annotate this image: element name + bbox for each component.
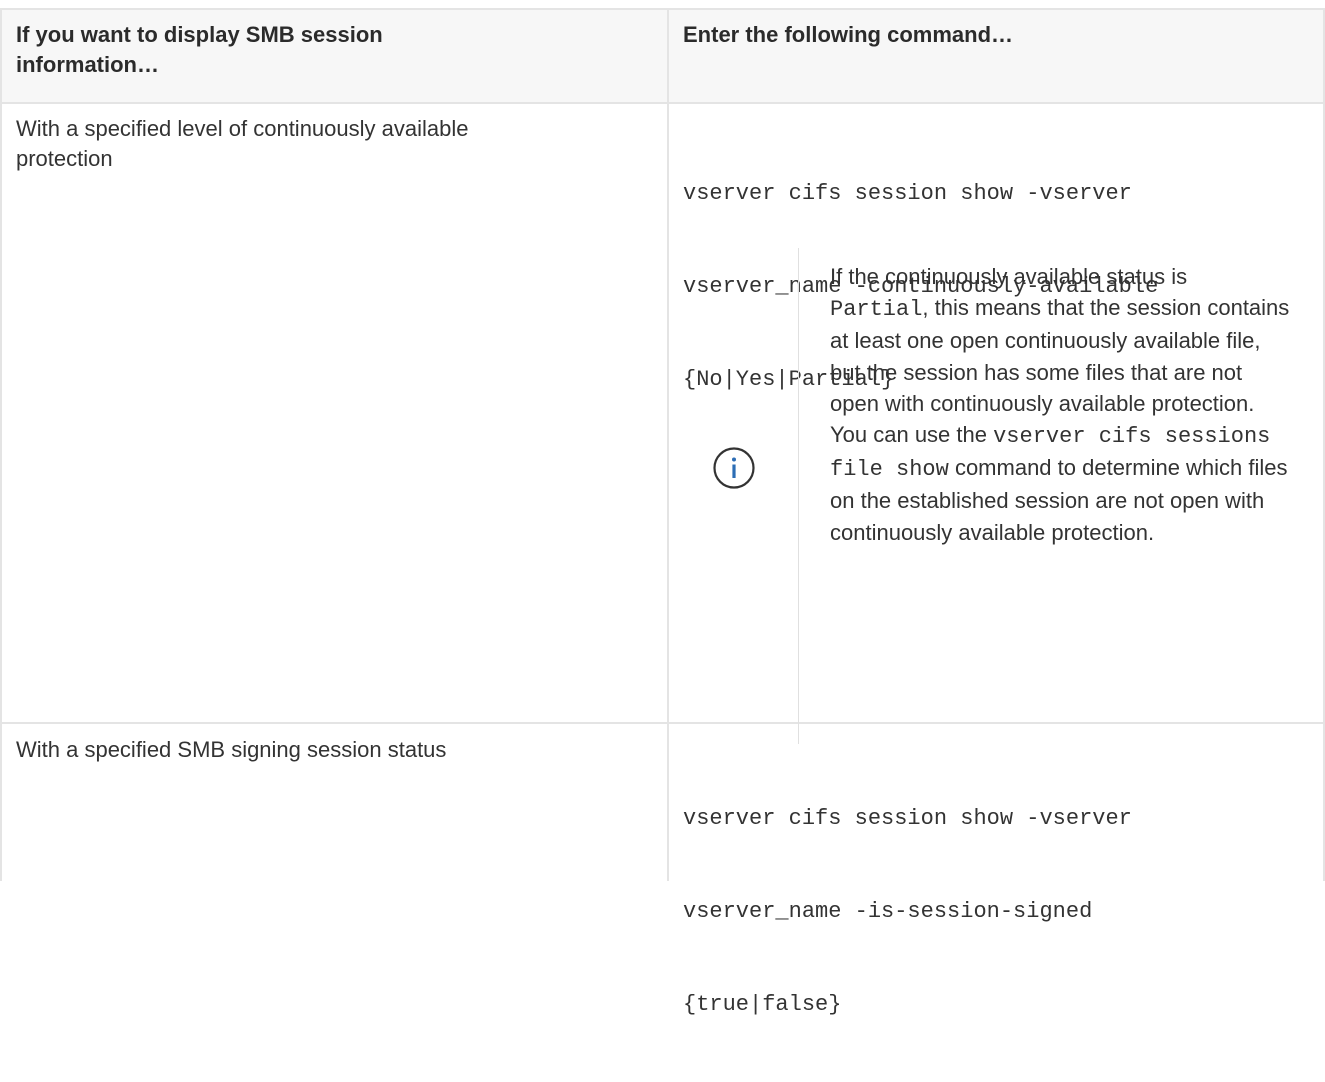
info-icon <box>713 447 755 489</box>
header-bottom-border <box>0 102 1325 104</box>
row-2-command-line-2: vserver_name -is-session-signed <box>683 899 1093 924</box>
row-1-description: With a specified level of continuously a… <box>16 114 636 174</box>
header-cell-command: Enter the following command… <box>683 22 1014 47</box>
table-left-border <box>0 8 2 881</box>
row-2-command-line-3: {true|false} <box>683 992 842 1017</box>
row-2-command: vserver cifs session show -vserver vserv… <box>683 741 1132 1082</box>
note-text-1: If the continuously available status is <box>830 264 1188 289</box>
row-2-command-line-1: vserver cifs session show -vserver <box>683 806 1132 831</box>
command-table: If you want to display SMB session infor… <box>0 0 1325 1017</box>
row-divider <box>0 722 1325 724</box>
header-request-line-1: If you want to display SMB session <box>16 22 383 47</box>
header-request-line-2: information… <box>16 52 159 77</box>
table-top-border <box>0 8 1325 10</box>
note-text: If the continuously available status is … <box>830 261 1290 548</box>
row-2-description: With a specified SMB signing session sta… <box>16 737 447 762</box>
note-divider <box>798 248 799 744</box>
row-1-description-line-1: With a specified level of continuously a… <box>16 116 469 141</box>
row-1-command-line-1: vserver cifs session show -vserver <box>683 181 1132 206</box>
header-cell-request: If you want to display SMB session infor… <box>16 20 636 80</box>
column-divider <box>667 8 669 881</box>
note-code-partial: Partial <box>830 297 923 323</box>
row-1-description-line-2: protection <box>16 146 113 171</box>
